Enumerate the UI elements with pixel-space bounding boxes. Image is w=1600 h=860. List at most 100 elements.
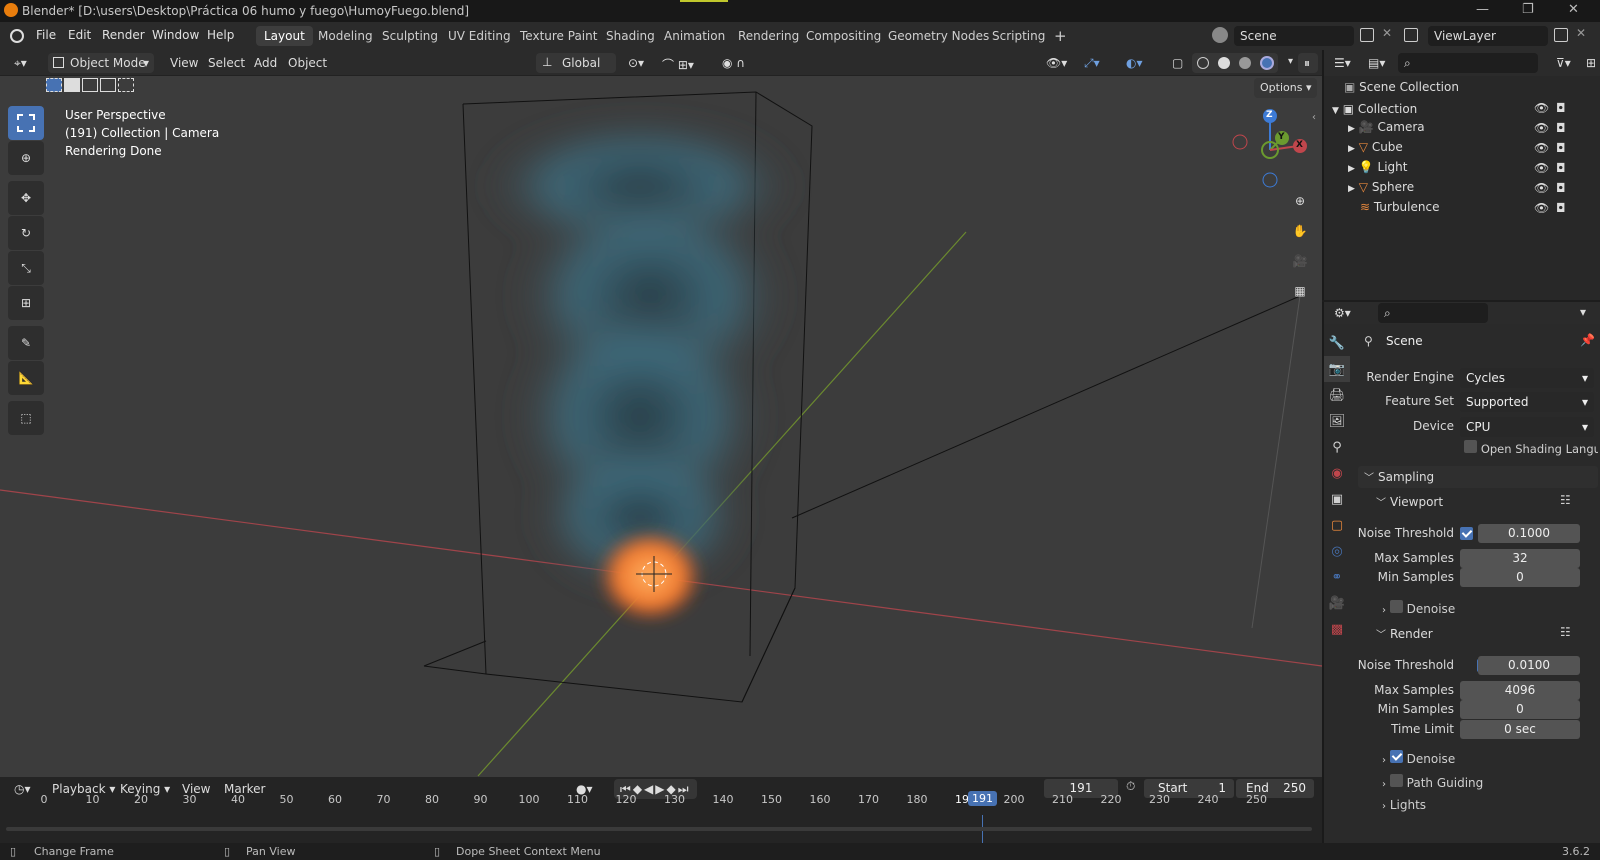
tab-uv-editing[interactable]: UV Editing bbox=[440, 26, 519, 46]
cursor-tool[interactable]: ⊕ bbox=[8, 141, 44, 175]
material-shading-icon[interactable] bbox=[1238, 57, 1251, 69]
render-camera-icon[interactable]: ◘ bbox=[1556, 101, 1566, 115]
menu-file[interactable]: File bbox=[36, 28, 56, 42]
add-cube-tool[interactable]: ⬚ bbox=[8, 401, 44, 435]
menu-edit[interactable]: Edit bbox=[68, 28, 91, 42]
gizmo-toggle-icon[interactable]: ⤢▾ bbox=[1078, 53, 1106, 73]
scale-tool[interactable]: ⤡ bbox=[8, 251, 44, 285]
select-invert-icon[interactable] bbox=[100, 78, 116, 92]
scene-field[interactable]: Scene bbox=[1234, 26, 1354, 46]
select-box-tool[interactable] bbox=[8, 106, 44, 140]
r-max-samples-field[interactable]: 4096 bbox=[1460, 681, 1580, 700]
tab-scripting[interactable]: Scripting bbox=[984, 26, 1053, 46]
viewlayer-field[interactable]: ViewLayer bbox=[1428, 26, 1548, 46]
osl-toggle[interactable]: Open Shading Langu... bbox=[1464, 440, 1598, 456]
properties-editor-type-icon[interactable]: ⚙▾ bbox=[1328, 303, 1357, 323]
render-camera-icon[interactable]: ◘ bbox=[1556, 181, 1566, 195]
outliner-item-sphere[interactable]: ▶ ▽ Sphere 👁 ◘ bbox=[1324, 180, 1600, 200]
object-tab-icon[interactable]: ▢ bbox=[1324, 512, 1350, 538]
expand-arrow-icon[interactable]: ▼ bbox=[1332, 106, 1339, 116]
expand-arrow-icon[interactable]: ▶ bbox=[1348, 184, 1355, 194]
tab-compositing[interactable]: Compositing bbox=[798, 26, 889, 46]
add-workspace-button[interactable]: + bbox=[1046, 24, 1075, 45]
tab-texture-paint[interactable]: Texture Paint bbox=[512, 26, 605, 46]
tab-layout[interactable]: Layout bbox=[256, 26, 313, 46]
pan-hand-icon[interactable]: ✋ bbox=[1287, 218, 1313, 244]
delete-scene-icon[interactable]: ✕ bbox=[1382, 26, 1392, 40]
close-button[interactable]: ✕ bbox=[1568, 2, 1579, 17]
viewport-presets-icon[interactable]: ☷ bbox=[1560, 493, 1571, 507]
orientation-dropdown[interactable]: ⊥ Global bbox=[536, 53, 616, 73]
snap-icon[interactable]: ⌒ ⊞▾ bbox=[656, 53, 700, 73]
transform-tool[interactable]: ⊞ bbox=[8, 286, 44, 320]
r-time-limit-field[interactable]: 0 sec bbox=[1460, 720, 1580, 739]
tab-modeling[interactable]: Modeling bbox=[310, 26, 381, 46]
timeline-scrollbar[interactable] bbox=[6, 827, 1312, 831]
blender-menu-icon[interactable] bbox=[10, 29, 24, 43]
menu-window[interactable]: Window bbox=[152, 28, 199, 42]
pause-render-icon[interactable]: ⏸ bbox=[1298, 53, 1318, 73]
device-dropdown[interactable]: CPU ▾ bbox=[1460, 417, 1594, 437]
menu-object[interactable]: Object bbox=[282, 53, 333, 73]
constraints-tab-icon[interactable]: ⚭ bbox=[1324, 564, 1350, 590]
editor-type-icon[interactable]: ⌖▾ bbox=[8, 53, 33, 73]
visibility-icon[interactable]: 👁▾ bbox=[1040, 53, 1073, 73]
wireframe-shading-icon[interactable] bbox=[1196, 57, 1209, 69]
path-guiding-subpanel[interactable]: › Path Guiding bbox=[1382, 774, 1582, 790]
world-tab-icon[interactable]: ◉ bbox=[1324, 460, 1350, 486]
render-camera-icon[interactable]: ◘ bbox=[1556, 141, 1566, 155]
vp-min-samples-field[interactable]: 0 bbox=[1460, 568, 1580, 587]
vp-max-samples-field[interactable]: 32 bbox=[1460, 549, 1580, 568]
r-min-samples-field[interactable]: 0 bbox=[1460, 700, 1580, 719]
scene-icon[interactable] bbox=[1212, 27, 1228, 43]
expand-arrow-icon[interactable]: ▶ bbox=[1348, 124, 1355, 134]
texture-tab-icon[interactable]: ▩ bbox=[1324, 616, 1350, 642]
select-new-icon[interactable] bbox=[46, 78, 62, 92]
measure-tool[interactable]: 📐 bbox=[8, 361, 44, 395]
outliner-collection[interactable]: ▼ ▣ Collection 👁 ◘ bbox=[1324, 100, 1600, 120]
r-denoise-subpanel[interactable]: › Denoise bbox=[1382, 750, 1582, 766]
output-tab-icon[interactable]: 🖨 bbox=[1324, 382, 1350, 408]
xray-icon[interactable]: ▢ bbox=[1166, 53, 1189, 73]
maximize-button[interactable]: ❐ bbox=[1522, 2, 1534, 17]
sidebar-toggle-icon[interactable]: ‹ bbox=[1312, 112, 1316, 123]
mode-dropdown[interactable]: Object Mode ▾ bbox=[48, 53, 154, 73]
shading-options-icon[interactable]: ▾ bbox=[1282, 53, 1299, 73]
timeline-ruler[interactable]: 0 10 20 30 40 50 60 70 80 90 100 110 120 130 140 150 160… bbox=[0, 791, 1322, 811]
move-tool[interactable]: ✥ bbox=[8, 181, 44, 215]
viewport-subpanel-header[interactable]: ﹀ Viewport ☷ bbox=[1370, 492, 1598, 512]
tab-shading[interactable]: Shading bbox=[598, 26, 663, 46]
tool-tab-icon[interactable]: 🔧 bbox=[1324, 330, 1350, 356]
rendered-shading-icon[interactable] bbox=[1259, 56, 1274, 70]
overlay-toggle-icon[interactable]: ◐▾ bbox=[1120, 53, 1149, 73]
proportional-edit-icon[interactable]: ◉ ∩ bbox=[716, 53, 751, 73]
menu-select[interactable]: Select bbox=[202, 53, 251, 73]
outliner-item-light[interactable]: ▶ 💡 Light 👁 ◘ bbox=[1324, 160, 1600, 180]
properties-options-icon[interactable]: ▾ bbox=[1574, 302, 1592, 322]
visibility-eye-icon[interactable]: 👁 bbox=[1534, 141, 1549, 155]
visibility-eye-icon[interactable]: 👁 bbox=[1534, 121, 1549, 135]
expand-arrow-icon[interactable]: ▶ bbox=[1348, 164, 1355, 174]
render-engine-dropdown[interactable]: Cycles ▾ bbox=[1460, 368, 1594, 388]
gizmo-x-neg[interactable] bbox=[1232, 134, 1248, 150]
menu-view[interactable]: View bbox=[164, 53, 204, 73]
visibility-eye-icon[interactable]: 👁 bbox=[1534, 201, 1549, 215]
expand-arrow-icon[interactable]: ▶ bbox=[1348, 144, 1355, 154]
pivot-icon[interactable]: ⊙▾ bbox=[622, 53, 650, 73]
options-dropdown[interactable]: Options ▾ bbox=[1254, 78, 1318, 98]
properties-search-input[interactable]: ⌕ bbox=[1378, 303, 1488, 323]
visibility-eye-icon[interactable]: 👁 bbox=[1534, 181, 1549, 195]
new-collection-icon[interactable]: ⊞ bbox=[1580, 53, 1600, 73]
pin-icon[interactable]: 📌 bbox=[1580, 333, 1595, 347]
select-intersect-icon[interactable] bbox=[118, 78, 134, 92]
tab-animation[interactable]: Animation bbox=[656, 26, 733, 46]
tab-geometry-nodes[interactable]: Geometry Nodes bbox=[880, 26, 997, 46]
render-camera-icon[interactable]: ◘ bbox=[1556, 201, 1566, 215]
osl-checkbox[interactable] bbox=[1464, 440, 1477, 453]
lights-subpanel[interactable]: › Lights bbox=[1382, 798, 1582, 812]
solid-shading-icon[interactable] bbox=[1217, 57, 1230, 69]
outliner-item-cube[interactable]: ▶ ▽ Cube 👁 ◘ bbox=[1324, 140, 1600, 160]
select-subtract-icon[interactable] bbox=[82, 78, 98, 92]
visibility-eye-icon[interactable]: 👁 bbox=[1534, 161, 1549, 175]
menu-render[interactable]: Render bbox=[102, 28, 145, 42]
